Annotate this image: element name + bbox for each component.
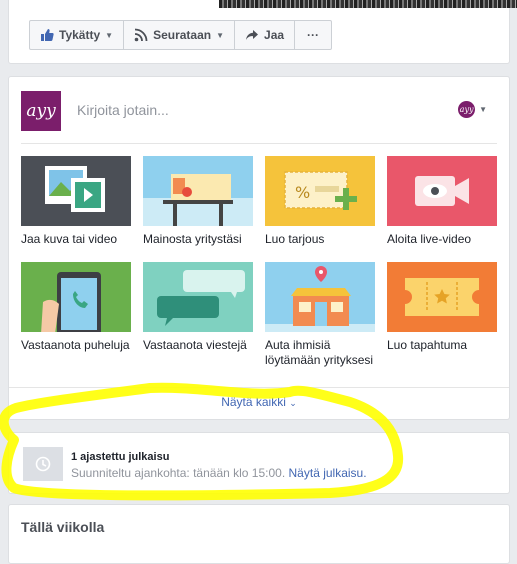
event-ticket-icon — [387, 262, 497, 332]
like-button-label: Tykätty — [59, 28, 101, 42]
this-week-title: Tällä viikolla — [21, 519, 105, 535]
action-tile-create-event[interactable]: Luo tapahtuma — [387, 262, 497, 353]
messages-icon — [143, 262, 253, 332]
thumbs-up-icon — [40, 28, 54, 42]
action-tile-live-video[interactable]: Aloita live-video — [387, 156, 497, 247]
rss-feed-icon — [134, 28, 148, 42]
page-avatar[interactable]: ayy — [21, 91, 61, 131]
share-button-label: Jaa — [264, 28, 285, 42]
this-week-card: Tällä viikolla — [8, 504, 510, 564]
action-tile-label: Auta ihmisiä löytämään yrityksesi — [265, 338, 374, 367]
action-tile-promote[interactable]: Mainosta yritystäsi — [143, 156, 253, 247]
offer-coupon-icon: % — [265, 156, 375, 226]
action-tile-get-found[interactable]: Auta ihmisiä löytämään yrityksesi — [265, 262, 375, 368]
storefront-map-pin-icon — [265, 262, 375, 332]
like-button[interactable]: Tykätty ▼ — [30, 21, 125, 49]
follow-button-label: Seurataan — [153, 28, 212, 42]
avatar-logo-text: ayy — [26, 101, 56, 121]
follow-button[interactable]: Seurataan ▼ — [124, 21, 236, 49]
share-button[interactable]: Jaa — [235, 21, 296, 49]
divider — [21, 143, 497, 144]
action-tile-label: Vastaanota puheluja — [21, 338, 130, 352]
share-arrow-icon — [245, 28, 259, 42]
show-all-link[interactable]: Näytä kaikki ⌄ — [9, 395, 509, 409]
cover-photo-edge — [219, 0, 517, 8]
action-tile-label: Aloita live-video — [387, 232, 472, 246]
page-action-bar: Tykätty ▼ Seurataan ▼ Jaa ··· — [29, 20, 333, 50]
scheduled-posts-title: 1 ajastettu julkaisu — [71, 451, 170, 463]
scheduled-time-text: Suunniteltu ajankohta: tänään klo 15:00. — [71, 466, 286, 480]
action-tile-receive-calls[interactable]: Vastaanota puheluja — [21, 262, 131, 353]
view-post-link[interactable]: Näytä julkaisu. — [289, 466, 367, 480]
scheduled-posts-notice: 1 ajastettu julkaisu Suunniteltu ajankoh… — [8, 432, 510, 494]
composer-input[interactable] — [75, 101, 439, 119]
svg-text:%: % — [295, 183, 310, 202]
more-options-button[interactable]: ··· — [295, 21, 331, 49]
promote-billboard-icon — [143, 156, 253, 226]
scheduled-posts-description: Suunniteltu ajankohta: tänään klo 15:00.… — [71, 466, 367, 480]
action-tile-label: Luo tarjous — [265, 232, 325, 246]
phone-call-icon — [21, 262, 131, 332]
action-tile-label: Luo tapahtuma — [387, 338, 468, 352]
post-composer: ayy ayy ▼ Jaa kuva tai video — [8, 76, 510, 420]
action-tile-label: Mainosta yritystäsi — [143, 232, 242, 246]
chevron-down-icon: ▼ — [105, 30, 114, 40]
chevron-down-icon: ⌄ — [289, 398, 297, 408]
live-video-icon — [387, 156, 497, 226]
divider — [9, 387, 509, 388]
action-tile-label: Jaa kuva tai video — [21, 232, 118, 246]
page-actions-card: Tykätty ▼ Seurataan ▼ Jaa ··· — [8, 0, 517, 64]
show-all-label: Näytä kaikki — [221, 395, 286, 409]
photo-video-icon — [21, 156, 131, 226]
more-dots-icon: ··· — [307, 28, 320, 42]
clock-icon — [23, 447, 63, 481]
action-tile-receive-messages[interactable]: Vastaanota viestejä — [143, 262, 253, 353]
action-tile-label: Vastaanota viestejä — [143, 338, 247, 352]
chevron-down-icon: ▼ — [216, 30, 225, 40]
post-as-switcher[interactable]: ayy ▼ — [458, 101, 487, 118]
action-tile-create-offer[interactable]: % Luo tarjous — [265, 156, 375, 247]
mini-avatar: ayy — [458, 101, 476, 118]
chevron-down-icon: ▼ — [479, 105, 487, 114]
action-tile-share-photo[interactable]: Jaa kuva tai video — [21, 156, 131, 247]
